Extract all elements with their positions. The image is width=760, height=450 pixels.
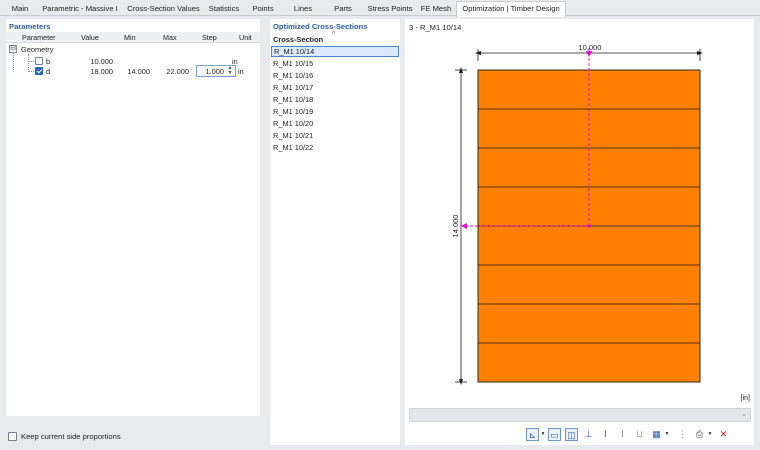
list-item[interactable]: R_M1 10/20 (271, 118, 399, 129)
optimized-panel: Optimized Cross-Sections Cross-Section ^… (270, 19, 400, 445)
spinner-arrows-icon[interactable]: ▲ ▼ (226, 66, 234, 76)
parameters-panel: Parameters Parameter Value Min Max Step … (6, 19, 260, 416)
param-name: b (46, 57, 51, 66)
param-max[interactable]: 22.000 (166, 67, 189, 76)
parameters-title: Parameters (9, 22, 51, 31)
param-value[interactable]: 18.000 (90, 67, 113, 76)
tab-fe-mesh[interactable]: FE Mesh (416, 1, 456, 15)
list-item[interactable]: R_M1 10/15 (271, 58, 399, 69)
tab-statistics[interactable]: Statistics (204, 1, 244, 15)
param-name: d (46, 67, 51, 76)
table-icon[interactable]: ▦ (650, 428, 663, 441)
print-icon[interactable]: ⎙ (693, 428, 706, 441)
col-unit[interactable]: Unit (239, 33, 252, 42)
drawing-toolbar: ⊾ ▼ ▭ ◫ ⊥ I Ⅰ ⊔ ▦ ▼ ⋮ ⎙ ▼ ✕ (526, 428, 751, 442)
list-item[interactable]: R_M1 10/22 (271, 142, 399, 153)
tab-lines[interactable]: Lines (284, 1, 322, 15)
list-item[interactable]: R_M1 10/19 (271, 106, 399, 117)
vertical-dimension-icon[interactable]: ⋮ (676, 428, 689, 441)
i-beam-icon[interactable]: I (599, 428, 612, 441)
param-value[interactable]: 10.000 (90, 57, 113, 66)
col-cross-section[interactable]: Cross-Section (273, 35, 323, 44)
list-item[interactable]: R_M1 10/14 (271, 46, 399, 57)
reset-view-icon[interactable]: ✕ (717, 428, 730, 441)
dropdown-icon[interactable]: ▼ (540, 428, 546, 441)
col-step[interactable]: Step (202, 33, 217, 42)
sort-ascending-icon[interactable]: ^ (332, 31, 335, 38)
dropdown-icon[interactable]: ▼ (707, 428, 713, 441)
tab-cross-section-values[interactable]: Cross-Section Values (123, 1, 204, 15)
frame-icon[interactable]: ▭ (548, 428, 561, 441)
list-item[interactable]: R_M1 10/18 (271, 94, 399, 105)
param-row-d[interactable]: d 18.000 14.000 22.000 1.000 ▲ ▼ in (6, 65, 260, 77)
col-value[interactable]: Value (81, 33, 99, 42)
section-view-icon[interactable]: ◫ (565, 428, 578, 441)
height-dimension-label: 14.000 (451, 215, 460, 238)
axis-arrow-icon (461, 223, 467, 229)
keep-proportions-checkbox[interactable] (8, 432, 17, 441)
step-value[interactable]: 1.000 (206, 67, 225, 76)
tab-main[interactable]: Main (4, 1, 36, 15)
col-parameter[interactable]: Parameter (22, 33, 56, 42)
unit-label: [in] (740, 395, 750, 402)
width-dimension-label: 10.000 (579, 43, 602, 52)
group-label: Geometry (21, 45, 54, 54)
display-options-icon[interactable]: ⊾ (526, 428, 539, 441)
tab-strip: Main Parametric - Massive I Cross-Sectio… (0, 0, 760, 17)
tab-stress-points[interactable]: Stress Points (364, 1, 416, 15)
optimized-list-header[interactable]: Cross-Section ^ (270, 31, 400, 44)
tab-points[interactable]: Points (244, 1, 282, 15)
dimension-icon[interactable]: ⊥ (582, 428, 595, 441)
centroid-icon (587, 224, 591, 228)
tab-optimization-timber-design[interactable]: Optimization | Timber Design (456, 1, 566, 17)
axis-arrow-icon (586, 51, 592, 57)
optimized-title: Optimized Cross-Sections (273, 22, 368, 31)
tab-parametric-massive[interactable]: Parametric - Massive I (38, 1, 122, 15)
drawing-panel: 3 - R_M1 10/14 10.000 14.000 [in] ⌄ ⊾ ▼ … (405, 19, 754, 445)
list-item[interactable]: R_M1 10/16 (271, 70, 399, 81)
group-row-geometry[interactable]: ⊟ Geometry (6, 44, 260, 54)
t-beam-icon[interactable]: Ⅰ (616, 428, 629, 441)
cross-section-drawing[interactable]: 10.000 14.000 (405, 19, 754, 391)
tab-parts[interactable]: Parts (324, 1, 362, 15)
chevron-down-icon[interactable]: ⌄ (741, 410, 747, 418)
list-item[interactable]: R_M1 10/21 (271, 130, 399, 141)
lamella-icon[interactable]: ⊔ (633, 428, 646, 441)
view-combobox[interactable]: ⌄ (409, 408, 751, 422)
param-d-checkbox[interactable] (35, 67, 43, 75)
list-item[interactable]: R_M1 10/17 (271, 82, 399, 93)
param-unit: in (238, 67, 244, 76)
col-min[interactable]: Min (124, 33, 136, 42)
keep-proportions-label: Keep current side proportions (21, 432, 121, 441)
param-b-checkbox[interactable] (35, 57, 43, 65)
col-max[interactable]: Max (163, 33, 177, 42)
collapse-icon[interactable]: ⊟ (9, 45, 17, 53)
parameters-grid-header: Parameter Value Min Max Step Unit (6, 32, 260, 43)
step-spinner[interactable]: 1.000 ▲ ▼ (196, 65, 236, 77)
param-min[interactable]: 14.000 (127, 67, 150, 76)
dropdown-icon[interactable]: ▼ (664, 428, 670, 441)
